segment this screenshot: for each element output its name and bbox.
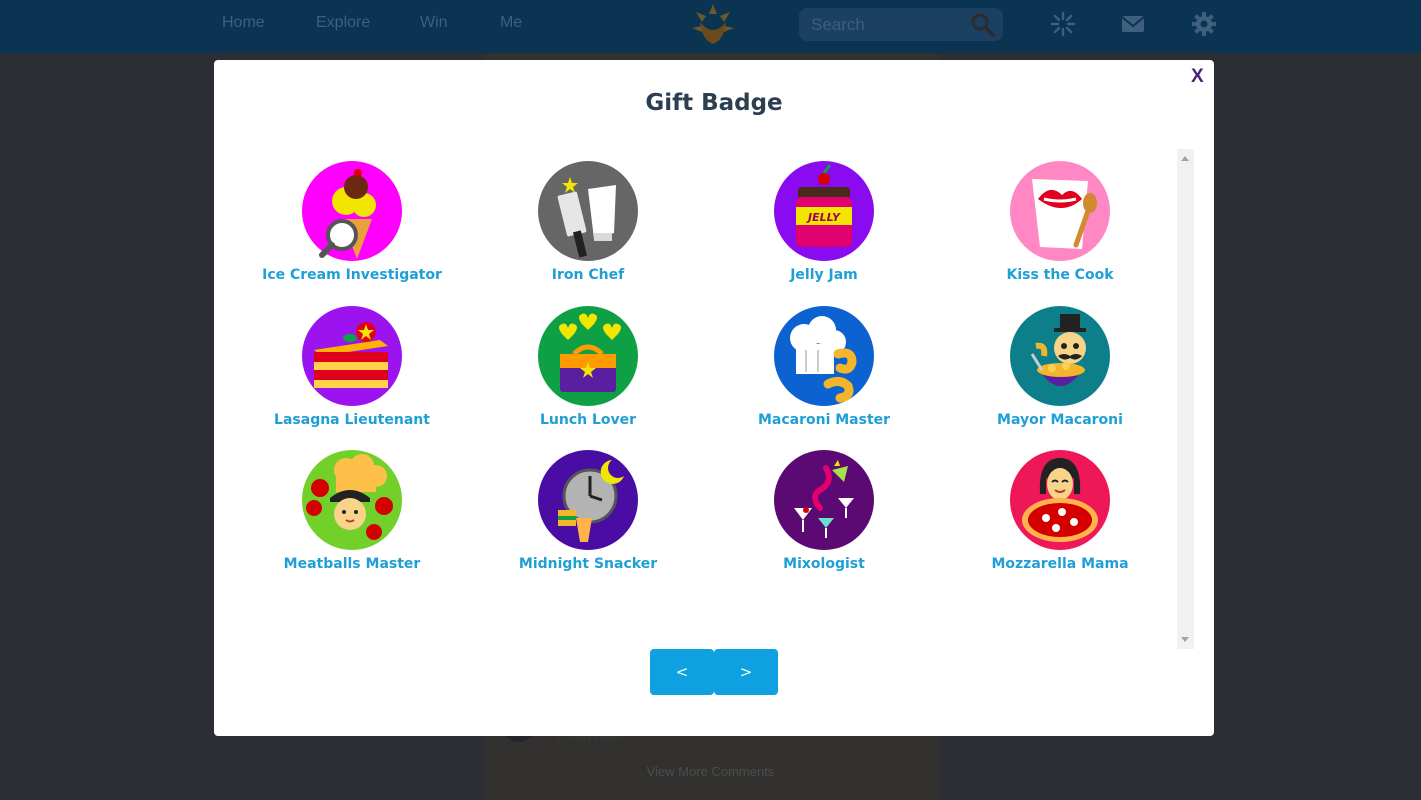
badge-meatballs-master[interactable]: Meatballs Master [234, 448, 470, 578]
nav-home-link[interactable]: Home [222, 14, 265, 32]
chef-knife-icon [538, 161, 638, 261]
badge-label: Macaroni Master [757, 412, 891, 428]
badge-label: Mayor Macaroni [997, 412, 1123, 428]
badge-jelly-jam[interactable]: JELLY Jelly Jam [706, 159, 942, 289]
badge-lunch-lover[interactable]: Lunch Lover [470, 304, 706, 434]
badge-grid: Ice Cream Investigator Iron Chef JELLY J… [234, 149, 1178, 649]
badge-list-scrollbar[interactable] [1177, 149, 1194, 649]
badge-mozzarella-mama[interactable]: Mozzarella Mama [942, 448, 1178, 578]
badge-kiss-the-cook[interactable]: Kiss the Cook [942, 159, 1178, 289]
lunchbox-hearts-icon [538, 306, 638, 406]
pizza-woman-icon [1010, 450, 1110, 550]
badge-label: Meatballs Master [283, 556, 421, 572]
badge-label: Ice Cream Investigator [262, 267, 442, 283]
cocktails-icon [774, 450, 874, 550]
ice-cream-magnifier-icon [302, 161, 402, 261]
badge-label: Iron Chef [551, 267, 625, 283]
lasagna-icon [302, 306, 402, 406]
previous-page-button[interactable]: < [650, 649, 714, 695]
kiss-chef-hat-icon [1010, 161, 1110, 261]
badge-label: Mixologist [783, 556, 865, 572]
badge-label: Mozzarella Mama [991, 556, 1129, 572]
scroll-up-arrow-icon[interactable] [1181, 156, 1189, 161]
modal-title: Gift Badge [645, 90, 783, 116]
badge-lasagna-lieutenant[interactable]: Lasagna Lieutenant [234, 304, 470, 434]
meatballs-chef-icon [302, 450, 402, 550]
search-box [799, 8, 1003, 41]
clock-moon-snack-icon [538, 450, 638, 550]
scroll-down-arrow-icon[interactable] [1181, 637, 1189, 642]
activity-burst-icon[interactable] [1049, 10, 1077, 38]
modal-close-button[interactable]: X [1191, 66, 1204, 88]
mail-icon[interactable] [1119, 10, 1147, 38]
search-input[interactable] [811, 14, 971, 36]
gift-badge-modal: X Gift Badge Ice Cream Investigator Iron… [214, 60, 1214, 736]
top-navigation-bar: Home Explore Win Me [0, 0, 1421, 53]
search-icon[interactable] [971, 13, 995, 37]
badge-ice-cream-investigator[interactable]: Ice Cream Investigator [234, 159, 470, 289]
svg-text:JELLY: JELLY [806, 211, 841, 224]
mayor-macaroni-icon [1010, 306, 1110, 406]
badge-macaroni-master[interactable]: Macaroni Master [706, 304, 942, 434]
nav-explore-link[interactable]: Explore [316, 14, 370, 32]
settings-gear-icon[interactable] [1190, 10, 1218, 38]
nav-me-link[interactable]: Me [500, 14, 522, 32]
badge-label: Midnight Snacker [518, 556, 658, 572]
badge-label: Lunch Lover [539, 412, 637, 428]
view-more-comments-link[interactable]: View More Comments [0, 764, 1421, 779]
badge-mayor-macaroni[interactable]: Mayor Macaroni [942, 304, 1178, 434]
next-page-button[interactable]: > [714, 649, 778, 695]
badge-iron-chef[interactable]: Iron Chef [470, 159, 706, 289]
badge-midnight-snacker[interactable]: Midnight Snacker [470, 448, 706, 578]
site-logo-icon[interactable] [690, 2, 736, 48]
jelly-jar-icon: JELLY [774, 161, 874, 261]
chef-hat-macaroni-icon [774, 306, 874, 406]
badge-label: Lasagna Lieutenant [274, 412, 430, 428]
badge-mixologist[interactable]: Mixologist [706, 448, 942, 578]
badge-label: Kiss the Cook [1006, 267, 1114, 283]
badge-label: Jelly Jam [790, 267, 858, 283]
nav-win-link[interactable]: Win [420, 14, 448, 32]
